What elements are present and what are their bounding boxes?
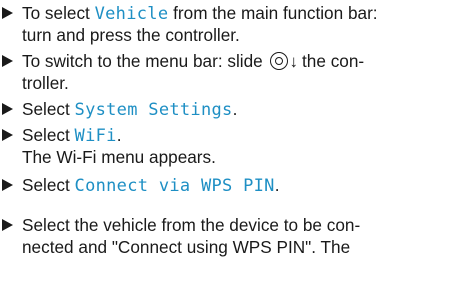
menu-item-connect-via-wps-pin: Connect via WPS PIN [74,176,275,196]
step-line: To select Vehicle from the main function… [22,2,378,25]
step-line: To switch to the menu bar: slide ↓ the co… [22,50,364,73]
step-text: Select [22,99,75,119]
step-text: Select the vehicle from the device to be… [22,215,361,235]
step-line: troller. [22,72,69,94]
bullet-arrow-icon [2,7,13,19]
step-text: turn and press the controller. [22,25,240,45]
bullet-arrow-icon [2,179,13,191]
step-line: Select System Settings. [22,98,237,121]
menu-item-vehicle: Vehicle [94,4,169,24]
menu-item-wifi: WiFi [74,126,117,146]
down-arrow-icon: ↓ [289,52,299,71]
step-text: troller. [22,73,69,93]
step-text: Select [22,175,75,195]
step-line: turn and press the controller. [22,24,240,46]
bullet-arrow-icon [2,219,13,231]
instruction-list: To select Vehicle from the main function… [0,0,463,286]
step-text: Select [22,125,75,145]
step-text: To switch to the menu bar: slide [22,51,268,71]
step-line: Select the vehicle from the device to be… [22,214,360,236]
bullet-arrow-icon [2,129,13,141]
step-line: The Wi-Fi menu appears. [22,146,216,168]
step-line: Select WiFi. [22,124,121,147]
step-text: . [232,99,238,119]
menu-item-system-settings: System Settings [74,100,233,120]
step-text: from the main function bar: [168,3,378,23]
step-text: To select [22,3,95,23]
step-result-text: The Wi-Fi menu appears. [22,147,216,167]
step-text: nected and "Connect using WPS PIN". The [22,237,351,257]
step-text: . [274,175,280,195]
bullet-arrow-icon [2,55,13,67]
controller-slide-down-icon [269,52,289,71]
step-text: the con- [302,51,365,71]
step-line: Select Connect via WPS PIN. [22,174,280,197]
bullet-arrow-icon [2,103,13,115]
step-line: nected and "Connect using WPS PIN". The [22,236,350,258]
step-text: . [116,125,122,145]
